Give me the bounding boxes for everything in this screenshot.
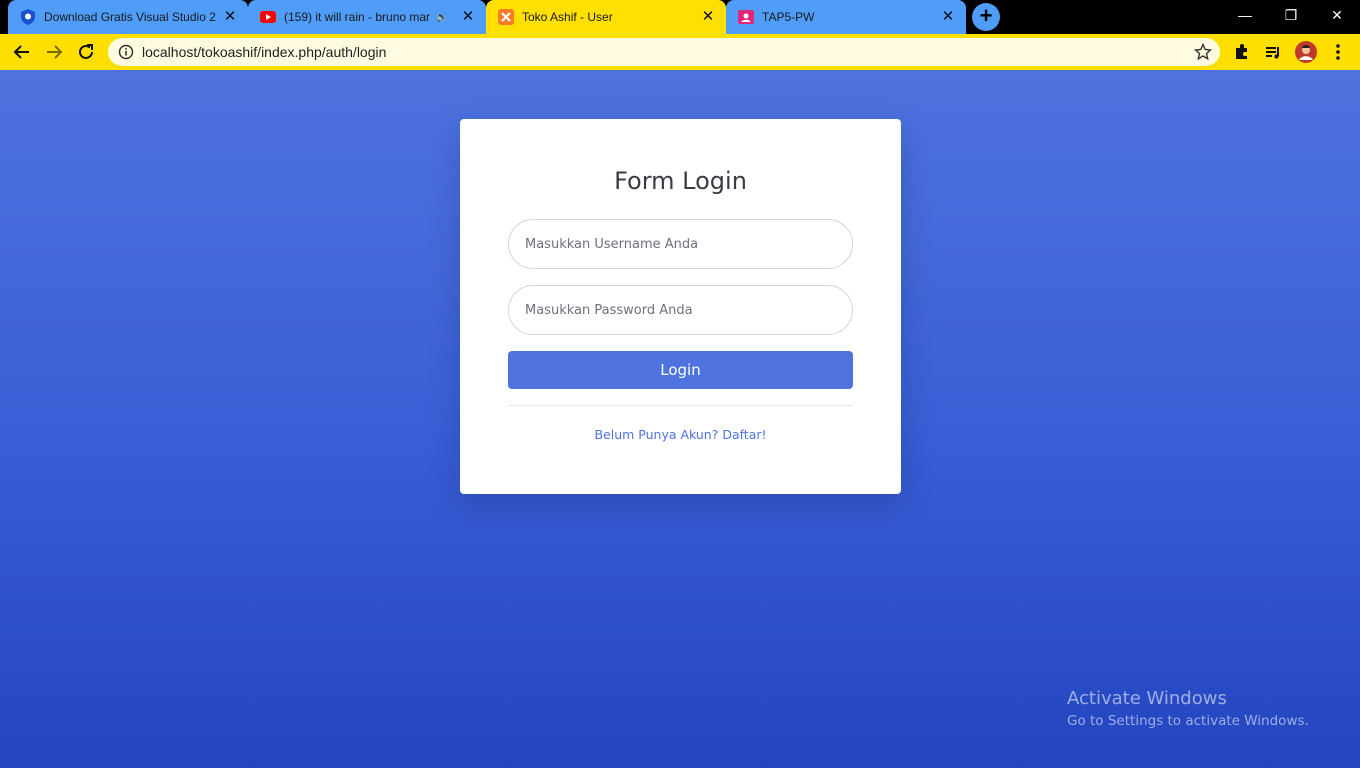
watermark-title: Activate Windows (1067, 688, 1227, 709)
tab-youtube[interactable]: (159) it will rain - bruno mars 🔈 ✕ (248, 0, 486, 34)
password-input[interactable] (508, 285, 853, 335)
watermark-subtitle: Go to Settings to activate Windows. (1067, 713, 1309, 729)
minimize-button[interactable]: — (1222, 0, 1268, 30)
playlist-icon (1266, 47, 1279, 59)
close-icon[interactable]: ✕ (700, 9, 716, 25)
back-button[interactable] (8, 38, 36, 66)
tab-visual-studio[interactable]: Download Gratis Visual Studio 20 ✕ (8, 0, 248, 34)
tab-title: (159) it will rain - bruno mars (284, 10, 430, 24)
reload-button[interactable] (72, 38, 100, 66)
reload-icon (79, 44, 93, 59)
shield-icon (20, 9, 36, 25)
address-bar[interactable]: localhost/tokoashif/index.php/auth/login (108, 38, 1220, 66)
info-icon[interactable] (118, 44, 134, 60)
kebab-menu-icon (1336, 44, 1340, 60)
tab-title: Toko Ashif - User (522, 10, 613, 24)
tab-classroom[interactable]: TAP5-PW ✕ (726, 0, 966, 34)
puzzle-icon (1236, 44, 1247, 59)
activate-windows-watermark: Activate Windows Go to Settings to activ… (1067, 688, 1309, 729)
close-icon[interactable]: ✕ (940, 9, 956, 25)
login-card: Form Login Login Belum Punya Akun? Dafta… (460, 119, 901, 494)
close-icon[interactable]: ✕ (460, 9, 476, 25)
media-control-button[interactable] (1259, 38, 1287, 66)
profile-button[interactable] (1292, 38, 1320, 66)
forward-button[interactable] (40, 38, 68, 66)
close-icon[interactable]: ✕ (222, 9, 238, 25)
tab-title: Download Gratis Visual Studio 20 (44, 10, 216, 24)
divider (508, 405, 853, 406)
login-button[interactable]: Login (508, 351, 853, 389)
tab-toko-ashif[interactable]: Toko Ashif - User ✕ (486, 0, 726, 34)
youtube-icon (260, 9, 276, 25)
forward-arrow-icon (47, 45, 63, 59)
page-content: Form Login Login Belum Punya Akun? Dafta… (0, 70, 1360, 768)
username-input[interactable] (508, 219, 853, 269)
menu-button[interactable] (1324, 38, 1352, 66)
bookmark-star-icon[interactable] (1194, 43, 1212, 61)
back-arrow-icon (13, 45, 29, 59)
extensions-button[interactable] (1228, 38, 1256, 66)
url-text[interactable]: localhost/tokoashif/index.php/auth/login (142, 44, 386, 60)
speaker-icon[interactable]: 🔈 (436, 12, 448, 23)
restore-button[interactable]: ❐ (1268, 0, 1314, 30)
tab-title: TAP5-PW (762, 10, 815, 24)
register-link[interactable]: Belum Punya Akun? Daftar! (460, 427, 901, 442)
xampp-icon (498, 9, 514, 25)
page-title: Form Login (614, 167, 747, 195)
avatar-icon (1295, 41, 1317, 63)
new-tab-button[interactable]: + (972, 3, 1000, 31)
browser-toolbar: localhost/tokoashif/index.php/auth/login (0, 34, 1360, 70)
close-window-button[interactable]: ✕ (1314, 0, 1360, 30)
tab-strip: Download Gratis Visual Studio 20 ✕ (159)… (0, 0, 1360, 34)
classroom-icon (738, 9, 754, 25)
